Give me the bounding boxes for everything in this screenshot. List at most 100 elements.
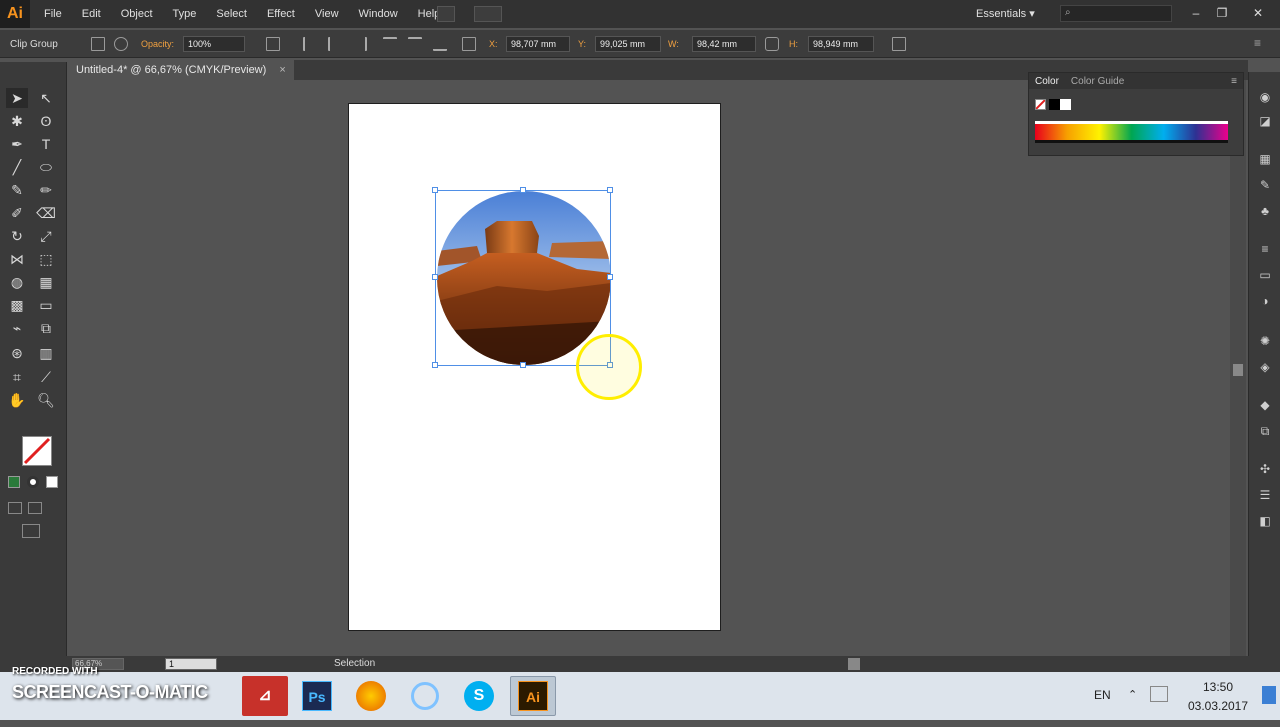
tray-expand-icon[interactable]: ⌃ [1128,688,1137,701]
transform-panel-icon[interactable]: ✣ [1257,462,1273,476]
symbols-icon[interactable]: ♣ [1257,204,1273,218]
recolor-icon[interactable] [266,37,280,51]
menu-edit[interactable]: Edit [72,0,111,28]
pencil-tool-icon[interactable]: ✏ [35,180,57,200]
menu-view[interactable]: View [305,0,349,28]
black-swatch[interactable] [1049,99,1060,110]
color-panel-icon[interactable]: ◉ [1257,90,1273,104]
screen-mode-icon[interactable] [22,524,40,538]
paintbrush-tool-icon[interactable]: ✎ [6,180,28,200]
h-field[interactable]: 98,949 mm [808,36,874,52]
show-desktop-button[interactable] [1262,686,1276,704]
magic-wand-tool-icon[interactable]: ✱ [6,111,28,131]
shape-builder-tool-icon[interactable]: ◍ [6,272,28,292]
graphic-styles-icon[interactable]: ◈ [1257,360,1273,374]
rotate-tool-icon[interactable]: ↻ [6,226,28,246]
panel-options-icon[interactable]: ≡ [1231,76,1243,87]
menu-effect[interactable]: Effect [257,0,305,28]
hand-tool-icon[interactable]: ✋ [6,390,28,410]
menu-file[interactable]: File [34,0,72,28]
illustrator-task[interactable]: Ai [510,676,556,716]
align-middle-icon[interactable] [408,37,422,51]
handle-bottom-left[interactable] [432,362,438,368]
align-panel-icon[interactable]: ☰ [1257,488,1273,502]
pathfinder-icon[interactable]: ◧ [1257,514,1273,528]
zoom-tool-icon[interactable]: 🔍︎ [35,390,57,410]
draw-normal-icon[interactable] [8,502,22,514]
search-input[interactable]: ⌕ [1060,5,1172,22]
edit-contents-icon[interactable] [114,37,128,51]
free-transform-tool-icon[interactable]: ⬚ [35,249,57,269]
color-guide-icon[interactable]: ◪ [1257,114,1273,128]
artboards-icon[interactable]: ⧉ [1257,424,1273,438]
color-spectrum[interactable] [1035,121,1228,143]
handle-middle-left[interactable] [432,274,438,280]
handle-middle-right[interactable] [607,274,613,280]
selection-tool-icon[interactable]: ➤ [6,88,28,108]
gradient-icon[interactable]: ▭ [1257,268,1273,282]
arrange-documents-icon[interactable] [474,6,502,22]
transform-icon[interactable] [892,37,906,51]
menu-select[interactable]: Select [206,0,257,28]
line-tool-icon[interactable]: ╱ [6,157,28,177]
opacity-label[interactable]: Opacity: [141,39,174,49]
tab-color-guide[interactable]: Color Guide [1065,76,1130,87]
layers-icon[interactable]: ◆ [1257,398,1273,412]
stroke-icon[interactable]: ≡ [1257,242,1273,256]
close-tab-icon[interactable]: × [279,64,285,76]
handle-bottom-center[interactable] [520,362,526,368]
minimize-icon[interactable]: – [1186,4,1206,22]
y-field[interactable]: 99,025 mm [595,36,661,52]
artboard[interactable] [348,103,721,631]
perspective-grid-tool-icon[interactable]: ▦ [35,272,57,292]
menu-window[interactable]: Window [349,0,408,28]
none-mode-button[interactable] [46,476,58,488]
handle-top-right[interactable] [607,187,613,193]
eyedropper-tool-icon[interactable]: ⌁ [6,318,28,338]
skype-icon[interactable]: S [456,676,502,716]
horizontal-scroll-thumb[interactable] [848,658,860,670]
blob-brush-tool-icon[interactable]: ✐ [6,203,28,223]
slice-tool-icon[interactable]: ⟋ [35,367,57,387]
vertical-scroll-thumb[interactable] [1233,364,1243,376]
column-graph-tool-icon[interactable]: ▥ [35,343,57,363]
current-tool-status[interactable]: Selection [334,658,375,669]
vertical-scrollbar[interactable] [1230,80,1246,656]
draw-behind-icon[interactable] [28,502,42,514]
scale-tool-icon[interactable]: ⤢ [35,226,57,246]
align-left-icon[interactable] [303,37,317,51]
workspace-switcher[interactable]: Essentials ▾ [976,7,1035,20]
constrain-proportions-icon[interactable] [765,37,779,51]
white-swatch[interactable] [1060,99,1071,110]
restore-icon[interactable]: ❐ [1212,4,1232,22]
reference-point-icon[interactable] [462,37,476,51]
photoshop-task[interactable]: Ps [294,676,340,716]
type-tool-icon[interactable]: T [35,134,57,154]
gradient-tool-icon[interactable]: ▭ [35,295,57,315]
ellipse-tool-icon[interactable]: ⬭ [35,157,57,177]
eraser-tool-icon[interactable]: ⌫ [35,203,57,223]
media-icon[interactable] [402,676,448,716]
menu-object[interactable]: Object [111,0,163,28]
firefox-icon[interactable] [348,676,394,716]
gradient-mode-button[interactable] [27,476,39,488]
appearance-icon[interactable]: ✺ [1257,334,1273,348]
none-swatch[interactable] [1035,99,1046,110]
brushes-icon[interactable]: ✎ [1257,178,1273,192]
lasso-tool-icon[interactable]: ʘ [35,111,57,131]
swatches-icon[interactable]: ▦ [1257,152,1273,166]
transparency-icon[interactable]: ◑ [1257,294,1273,308]
edit-clip-path-icon[interactable] [91,37,105,51]
close-icon[interactable]: ✕ [1248,4,1268,22]
align-right-icon[interactable] [353,37,367,51]
handle-top-center[interactable] [520,187,526,193]
language-indicator[interactable]: EN [1094,688,1111,702]
blend-tool-icon[interactable]: ⧉ [35,318,57,338]
document-tab[interactable]: Untitled-4* @ 66,67% (CMYK/Preview) × [68,60,294,80]
align-top-icon[interactable] [383,37,397,51]
clock-time[interactable]: 13:50 [1188,680,1248,694]
direct-selection-tool-icon[interactable]: ↖ [35,88,57,108]
color-mode-button[interactable] [8,476,20,488]
symbol-sprayer-tool-icon[interactable]: ⊛ [6,343,28,363]
artboard-number-field[interactable]: 1 [165,658,217,670]
